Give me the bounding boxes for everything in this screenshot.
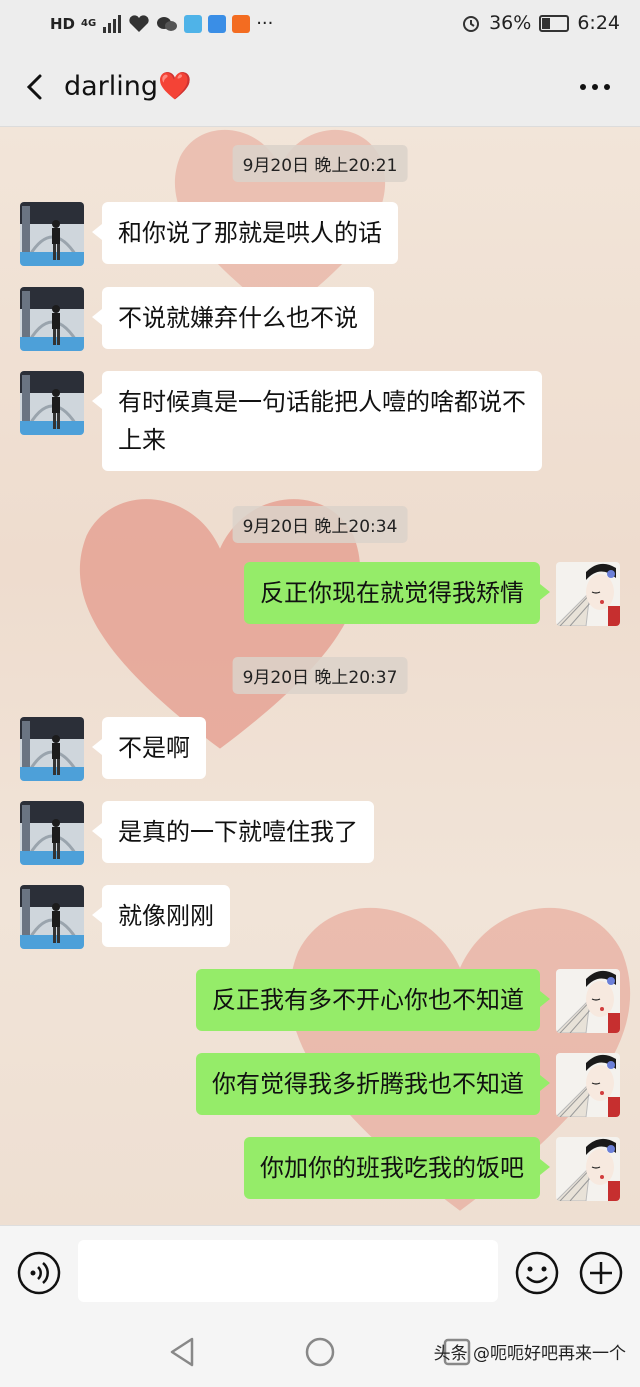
more-notifications-icon: ···	[256, 13, 274, 34]
my-avatar[interactable]	[556, 1137, 620, 1201]
contact-avatar[interactable]	[20, 885, 84, 949]
received-message-bubble[interactable]: 就像刚刚	[92, 885, 230, 947]
hd-indicator: HD	[50, 14, 76, 33]
my-avatar[interactable]	[556, 1053, 620, 1117]
timestamp-divider: 9月20日 晚上20:34	[232, 506, 408, 543]
clock: 6:24	[577, 12, 620, 34]
contact-avatar[interactable]	[20, 717, 84, 781]
status-icons: HD 4G ···	[50, 13, 273, 34]
nav-home-icon[interactable]	[303, 1335, 337, 1369]
health-app-icon	[129, 14, 149, 32]
received-message-bubble[interactable]: 不是啊	[92, 717, 206, 779]
contact-avatar[interactable]	[20, 371, 84, 435]
battery-icon	[539, 14, 570, 32]
chat-header: darling❤️	[0, 48, 640, 127]
sent-message-bubble[interactable]: 你有觉得我多折腾我也不知道	[196, 1053, 550, 1115]
message-input[interactable]	[78, 1240, 498, 1302]
more-options-icon[interactable]	[578, 72, 612, 102]
my-avatar[interactable]	[556, 562, 620, 626]
battery-percent: 36%	[489, 12, 532, 34]
contact-avatar[interactable]	[20, 287, 84, 351]
my-avatar[interactable]	[556, 969, 620, 1033]
contact-avatar[interactable]	[20, 202, 84, 266]
network-indicator: 4G	[81, 17, 97, 29]
sent-message-bubble[interactable]: 你加你的班我吃我的饭吧	[244, 1137, 550, 1199]
contact-avatar[interactable]	[20, 801, 84, 865]
plus-icon[interactable]	[578, 1250, 624, 1296]
watermark: 头条 @呃呃好吧再来一个	[433, 1344, 626, 1364]
back-arrow-icon[interactable]	[22, 72, 50, 102]
emoji-icon[interactable]	[514, 1250, 560, 1296]
received-message-bubble[interactable]: 是真的一下就噎住我了	[92, 801, 374, 863]
status-right: 36% 6:24	[461, 12, 620, 34]
system-navigation-bar: 头条 @呃呃好吧再来一个	[0, 1317, 640, 1387]
received-message-bubble[interactable]: 和你说了那就是哄人的话	[92, 202, 398, 264]
received-message-bubble[interactable]: 有时候真是一句话能把人噎的啥都说不上来	[92, 371, 542, 471]
wechat-icon	[157, 16, 178, 31]
voice-icon[interactable]	[16, 1250, 62, 1296]
alarm-icon	[463, 16, 480, 32]
send-app-icon	[208, 14, 227, 33]
video-app-icon	[184, 14, 203, 33]
chat-message-list[interactable]: 9月20日 晚上20:21 和你说了那就是哄人的话 不说就嫌弃什么也不说有时候真是一…	[0, 127, 640, 1225]
status-bar: HD 4G ··· 36% 6:24	[0, 0, 640, 48]
received-message-bubble[interactable]: 不说就嫌弃什么也不说	[92, 287, 374, 349]
play-app-icon	[232, 14, 251, 33]
timestamp-divider: 9月20日 晚上20:37	[232, 657, 408, 694]
battery-level	[542, 17, 551, 29]
chat-title: darling❤️	[64, 71, 192, 102]
sent-message-bubble[interactable]: 反正我有多不开心你也不知道	[196, 969, 550, 1031]
sent-message-bubble[interactable]: 反正你现在就觉得我矫情	[244, 562, 550, 624]
nav-back-icon[interactable]	[166, 1335, 200, 1369]
input-bar	[0, 1225, 640, 1318]
signal-icon	[103, 14, 122, 33]
timestamp-divider: 9月20日 晚上20:21	[232, 145, 408, 182]
